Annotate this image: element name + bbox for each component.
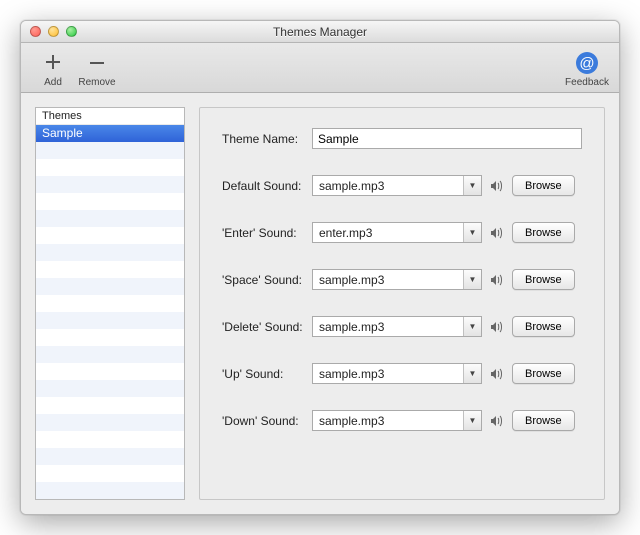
list-item[interactable] [36,431,184,448]
remove-button[interactable]: Remove [75,49,119,88]
chevron-down-icon[interactable]: ▼ [463,411,481,430]
remove-label: Remove [78,77,115,88]
delete-sound-combo[interactable]: sample.mp3 ▼ [312,316,482,337]
speaker-icon[interactable] [488,365,506,383]
feedback-button[interactable]: @ Feedback [565,49,609,88]
list-item[interactable] [36,363,184,380]
browse-button[interactable]: Browse [512,222,575,243]
down-sound-row: 'Down' Sound: sample.mp3 ▼ Browse [222,410,582,431]
speaker-icon[interactable] [488,177,506,195]
speaker-icon[interactable] [488,412,506,430]
list-item[interactable] [36,414,184,431]
list-item[interactable] [36,159,184,176]
toolbar: Add Remove @ Feedback [21,43,619,93]
at-icon: @ [575,49,599,77]
default-sound-label: Default Sound: [222,179,312,193]
enter-sound-value: enter.mp3 [313,226,463,240]
speaker-icon[interactable] [488,224,506,242]
delete-sound-row: 'Delete' Sound: sample.mp3 ▼ Browse [222,316,582,337]
default-sound-value: sample.mp3 [313,179,463,193]
list-item[interactable]: Sample [36,125,184,142]
browse-button[interactable]: Browse [512,363,575,384]
up-sound-row: 'Up' Sound: sample.mp3 ▼ Browse [222,363,582,384]
enter-sound-row: 'Enter' Sound: enter.mp3 ▼ Browse [222,222,582,243]
plus-icon [42,49,64,77]
window-title: Themes Manager [21,25,619,39]
minus-icon [86,49,108,77]
list-item[interactable] [36,295,184,312]
space-sound-value: sample.mp3 [313,273,463,287]
list-item[interactable] [36,482,184,499]
browse-button[interactable]: Browse [512,410,575,431]
chevron-down-icon[interactable]: ▼ [463,223,481,242]
down-sound-label: 'Down' Sound: [222,414,312,428]
browse-button[interactable]: Browse [512,316,575,337]
sidebar-header: Themes [36,108,184,125]
themes-list[interactable]: Sample [36,125,184,499]
window: Themes Manager Add Remove @ Feedback [20,20,620,515]
theme-name-input[interactable] [312,128,582,149]
space-sound-row: 'Space' Sound: sample.mp3 ▼ Browse [222,269,582,290]
list-item[interactable] [36,312,184,329]
enter-sound-label: 'Enter' Sound: [222,226,312,240]
up-sound-value: sample.mp3 [313,367,463,381]
list-item[interactable] [36,176,184,193]
browse-button[interactable]: Browse [512,269,575,290]
themes-sidebar: Themes Sample [35,107,185,500]
down-sound-combo[interactable]: sample.mp3 ▼ [312,410,482,431]
list-item[interactable] [36,329,184,346]
list-item[interactable] [36,346,184,363]
list-item[interactable] [36,227,184,244]
delete-sound-label: 'Delete' Sound: [222,320,312,334]
chevron-down-icon[interactable]: ▼ [463,176,481,195]
theme-name-row: Theme Name: [222,128,582,149]
add-label: Add [44,77,62,88]
list-item[interactable] [36,380,184,397]
default-sound-row: Default Sound: sample.mp3 ▼ Browse [222,175,582,196]
list-item[interactable] [36,193,184,210]
down-sound-value: sample.mp3 [313,414,463,428]
list-item[interactable] [36,244,184,261]
enter-sound-combo[interactable]: enter.mp3 ▼ [312,222,482,243]
chevron-down-icon[interactable]: ▼ [463,270,481,289]
default-sound-combo[interactable]: sample.mp3 ▼ [312,175,482,196]
list-item[interactable] [36,278,184,295]
titlebar: Themes Manager [21,21,619,43]
svg-text:@: @ [579,55,594,72]
list-item[interactable] [36,465,184,482]
list-item[interactable] [36,261,184,278]
theme-settings-panel: Theme Name: Default Sound: sample.mp3 ▼ … [199,107,605,500]
chevron-down-icon[interactable]: ▼ [463,317,481,336]
browse-button[interactable]: Browse [512,175,575,196]
feedback-label: Feedback [565,77,609,88]
delete-sound-value: sample.mp3 [313,320,463,334]
chevron-down-icon[interactable]: ▼ [463,364,481,383]
list-item[interactable] [36,448,184,465]
speaker-icon[interactable] [488,318,506,336]
content: Themes Sample Theme Name: Default Sound:… [21,93,619,514]
space-sound-label: 'Space' Sound: [222,273,312,287]
list-item[interactable] [36,142,184,159]
space-sound-combo[interactable]: sample.mp3 ▼ [312,269,482,290]
up-sound-combo[interactable]: sample.mp3 ▼ [312,363,482,384]
up-sound-label: 'Up' Sound: [222,367,312,381]
add-button[interactable]: Add [31,49,75,88]
speaker-icon[interactable] [488,271,506,289]
theme-name-label: Theme Name: [222,132,312,146]
list-item[interactable] [36,397,184,414]
list-item[interactable] [36,210,184,227]
